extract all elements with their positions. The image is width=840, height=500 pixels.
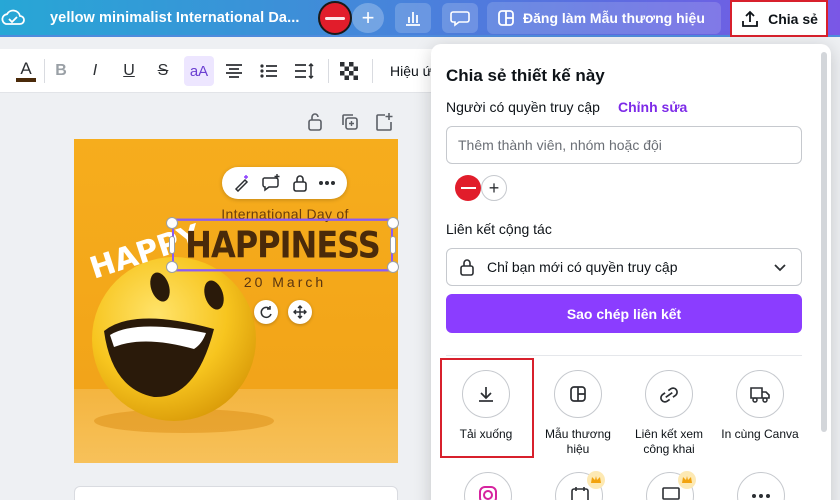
add-collaborator-button[interactable]: + (352, 3, 384, 33)
add-member-input[interactable] (446, 126, 802, 164)
calendar-icon (571, 487, 589, 500)
access-label: Người có quyền truy cập (446, 99, 600, 115)
text-color-icon: A (20, 59, 32, 78)
transparency-icon[interactable] (338, 59, 360, 83)
upload-icon (742, 10, 758, 27)
design-title[interactable]: yellow minimalist International Da... (50, 10, 299, 26)
truck-icon (750, 387, 770, 403)
more-options-icon (752, 494, 770, 498)
resize-handle-top-left[interactable] (166, 217, 178, 229)
publish-brand-template-button[interactable]: Đăng làm Mẫu thương hiệu (487, 2, 721, 34)
download-highlight-box (440, 358, 534, 458)
bold-icon[interactable]: B (50, 59, 72, 83)
public-link-option[interactable]: Liên kết xem công khai (626, 370, 712, 457)
print-option[interactable]: In cùng Canva (717, 370, 803, 442)
link-icon (660, 387, 678, 403)
panel-scrollbar[interactable] (821, 52, 827, 432)
letter-case-icon[interactable]: aA (184, 56, 214, 86)
collab-link-label: Liên kết cộng tác (446, 221, 552, 237)
more-options-icon[interactable] (318, 180, 336, 186)
align-center-icon[interactable] (222, 59, 246, 83)
strikethrough-icon[interactable]: S (152, 59, 174, 83)
text-toolbar: A B I U S aA Hiệu ứ (0, 49, 440, 93)
rotate-icon[interactable] (254, 300, 278, 324)
magic-write-icon[interactable] (233, 174, 251, 192)
brand-template-option[interactable]: Mẫu thương hiệu (535, 370, 621, 457)
crown-icon (587, 471, 605, 489)
resize-handle-top-right[interactable] (387, 217, 399, 229)
lock-icon[interactable] (292, 174, 308, 192)
duplicate-page-icon[interactable] (341, 112, 359, 132)
comment-add-icon[interactable] (261, 174, 281, 192)
top-header: yellow minimalist International Da... + … (0, 0, 840, 37)
copy-link-button[interactable]: Sao chép liên kết (446, 294, 802, 333)
date-text[interactable]: 20 March (200, 274, 370, 290)
link-access-select[interactable]: Chỉ bạn mới có quyền truy cập (446, 248, 802, 286)
text-color-button[interactable]: A (14, 59, 38, 83)
brand-template-label: Đăng làm Mẫu thương hiệu (523, 10, 705, 26)
add-page-icon[interactable] (375, 112, 393, 132)
bullet-list-icon[interactable] (257, 59, 281, 83)
instagram-icon (479, 486, 497, 500)
brand-template-icon (570, 386, 586, 402)
divider (446, 355, 802, 356)
line-spacing-icon[interactable] (292, 59, 318, 83)
edit-access-link[interactable]: Chỉnh sửa (618, 99, 687, 115)
crown-icon (678, 471, 696, 489)
user-avatar[interactable] (318, 1, 352, 35)
resize-handle-bottom-left[interactable] (166, 261, 178, 273)
cloud-sync-icon[interactable] (0, 6, 26, 32)
bar-chart-icon (406, 12, 420, 26)
resize-handle-bottom-right[interactable] (387, 261, 399, 273)
next-page-preview[interactable] (74, 486, 398, 500)
underline-icon[interactable]: U (118, 59, 140, 83)
brand-template-option-label: Mẫu thương hiệu (545, 427, 611, 456)
print-label: In cùng Canva (721, 427, 799, 441)
lock-icon (460, 259, 474, 276)
headline-text[interactable]: HAPPINESS (172, 218, 393, 272)
comment-icon (450, 11, 470, 27)
move-icon[interactable] (288, 300, 312, 324)
link-access-value: Chỉ bạn mới có quyền truy cập (487, 259, 678, 275)
resize-handle-right[interactable] (390, 236, 396, 254)
panel-title: Chia sẻ thiết kế này (446, 66, 605, 85)
chevron-down-icon (774, 264, 786, 272)
resize-handle-left[interactable] (169, 236, 175, 254)
comments-button[interactable] (442, 3, 478, 33)
template-icon (498, 10, 514, 26)
effects-button[interactable]: Hiệu ứ (390, 63, 432, 79)
member-avatar[interactable] (455, 175, 481, 201)
lock-page-icon[interactable] (306, 112, 324, 132)
add-member-button[interactable]: + (481, 175, 507, 201)
present-icon (662, 487, 680, 500)
element-floating-toolbar (222, 167, 347, 199)
share-button[interactable]: Chia sẻ (730, 0, 828, 37)
share-label: Chia sẻ (768, 10, 818, 27)
italic-icon[interactable]: I (84, 59, 106, 83)
public-link-label: Liên kết xem công khai (634, 427, 704, 456)
insights-button[interactable] (395, 3, 431, 33)
